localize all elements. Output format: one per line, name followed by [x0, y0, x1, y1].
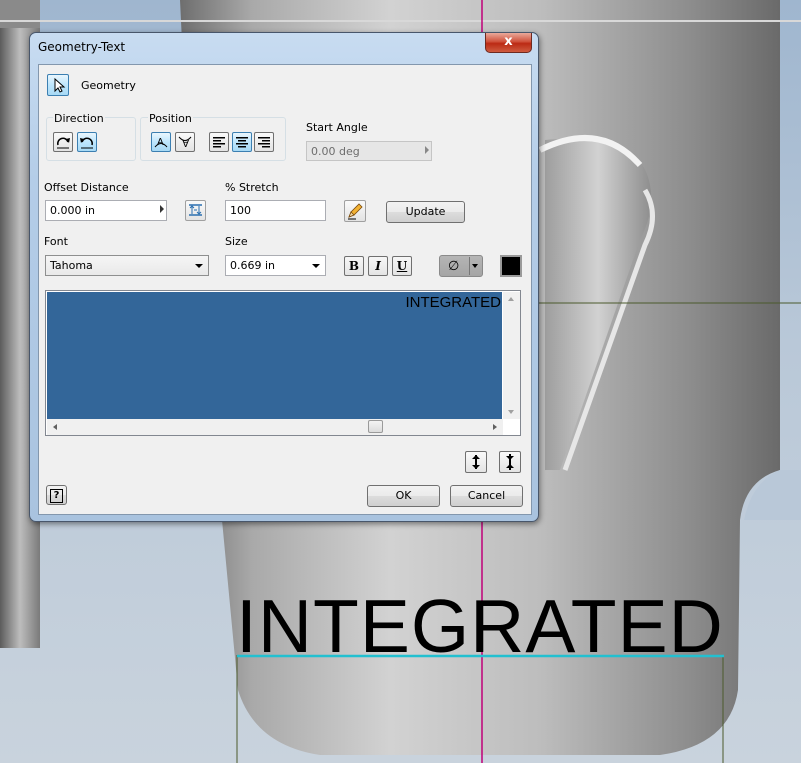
offset-distance-field[interactable]: 0.000 in: [45, 200, 167, 221]
align-left-button[interactable]: [209, 132, 229, 152]
chevron-down-icon: [312, 264, 320, 268]
update-button[interactable]: Update: [386, 201, 465, 223]
size-label: Size: [225, 235, 248, 248]
stretch-label: % Stretch: [225, 181, 279, 194]
font-select[interactable]: Tahoma: [45, 255, 209, 276]
flip-offset-icon: [189, 204, 202, 216]
align-center-button[interactable]: [232, 132, 252, 152]
underline-button[interactable]: U: [392, 256, 412, 276]
chevron-down-icon: [195, 264, 203, 268]
close-icon: x: [504, 34, 513, 49]
select-arrow-icon: [54, 77, 66, 93]
italic-button[interactable]: I: [368, 256, 388, 276]
size-value: 0.669 in: [230, 259, 276, 272]
start-angle-label: Start Angle: [306, 121, 368, 134]
rotate-clockwise-icon: [57, 137, 70, 149]
font-label: Font: [44, 235, 68, 248]
rotate-counterclockwise-icon: [80, 137, 93, 149]
pencil-icon: [348, 203, 363, 220]
edit-pencil-button[interactable]: [344, 200, 366, 222]
position-outside-button[interactable]: A: [151, 132, 171, 152]
close-button[interactable]: x: [485, 33, 532, 53]
bold-button[interactable]: B: [344, 256, 364, 276]
align-left-icon: [213, 137, 225, 148]
increase-spacing-button[interactable]: [465, 451, 487, 473]
scroll-thumb[interactable]: [368, 420, 383, 433]
start-angle-value: 0.00 deg: [311, 145, 360, 158]
start-angle-field[interactable]: 0.00 deg: [306, 141, 432, 161]
geometry-select-button[interactable]: [47, 74, 69, 96]
offset-distance-label: Offset Distance: [44, 181, 129, 194]
text-edit-value: INTEGRATED: [405, 294, 501, 311]
ok-button[interactable]: OK: [367, 485, 440, 507]
stretch-value: 100: [230, 204, 251, 217]
expand-vertical-icon: [472, 455, 480, 469]
dialog-title: Geometry-Text: [38, 40, 126, 54]
help-button[interactable]: ?: [46, 485, 67, 505]
symbol-dropdown[interactable]: ∅: [439, 255, 483, 277]
geometry-label: Geometry: [81, 79, 136, 92]
help-icon: ?: [50, 489, 63, 503]
scroll-left-icon[interactable]: [53, 424, 57, 430]
direction-counterclockwise-button[interactable]: [77, 132, 97, 152]
cancel-button[interactable]: Cancel: [450, 485, 523, 507]
vertical-scrollbar[interactable]: [503, 292, 520, 419]
scroll-up-icon[interactable]: [508, 297, 514, 301]
chevron-right-icon: [160, 205, 164, 213]
font-value: Tahoma: [50, 259, 93, 272]
svg-text:A: A: [157, 137, 164, 148]
offset-distance-value: 0.000 in: [50, 204, 96, 217]
text-color-swatch[interactable]: [500, 255, 522, 277]
decrease-spacing-button[interactable]: [499, 451, 521, 473]
diameter-symbol-icon: ∅: [448, 259, 460, 274]
text-inside-icon: A: [178, 136, 192, 148]
direction-clockwise-button[interactable]: [53, 132, 73, 152]
text-outside-icon: A: [154, 137, 168, 148]
direction-label: Direction: [53, 112, 105, 125]
flip-offset-button[interactable]: [185, 200, 206, 221]
align-right-icon: [258, 137, 270, 148]
stretch-field[interactable]: 100: [225, 200, 326, 221]
contract-vertical-icon: [506, 454, 514, 470]
align-right-button[interactable]: [254, 132, 274, 152]
align-center-icon: [236, 137, 248, 148]
horizontal-scrollbar[interactable]: [47, 419, 503, 435]
svg-text:A: A: [182, 137, 189, 148]
chevron-down-icon: [472, 264, 478, 268]
chevron-right-icon: [425, 146, 429, 154]
scroll-down-icon[interactable]: [508, 410, 514, 414]
text-edit-content[interactable]: INTEGRATED: [47, 292, 502, 419]
model-text: INTEGRATED: [236, 584, 724, 668]
geometry-text-dialog: Geometry-Text x Geometry Direction Posit…: [29, 32, 539, 522]
text-edit-area[interactable]: INTEGRATED: [45, 290, 521, 436]
scroll-right-icon[interactable]: [493, 424, 497, 430]
position-inside-button[interactable]: A: [175, 132, 195, 152]
position-label: Position: [148, 112, 193, 125]
dialog-client-area: Geometry Direction Position A A Start An…: [38, 64, 532, 515]
size-select[interactable]: 0.669 in: [225, 255, 326, 276]
